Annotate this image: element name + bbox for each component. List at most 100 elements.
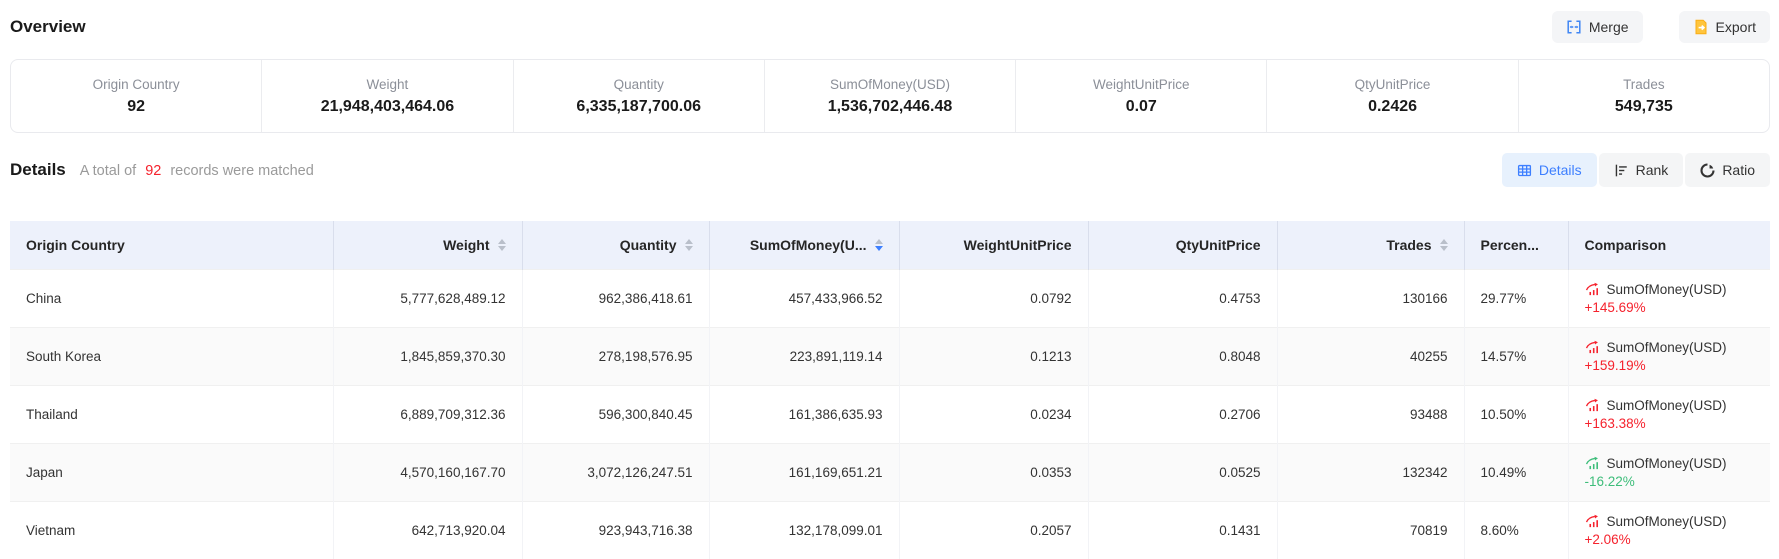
view-tab-rank[interactable]: Rank — [1599, 153, 1684, 187]
stat-value: 549,735 — [1615, 98, 1673, 116]
column-label: Quantity — [620, 237, 677, 253]
table-header: Origin Country Weight Quantity SumOfMoney(U… — [10, 221, 1770, 269]
column-header-percen-: Percen... — [1464, 221, 1568, 269]
cell-trades: 132342 — [1277, 443, 1464, 501]
view-tab-details[interactable]: Details — [1502, 153, 1597, 187]
overview-stat-weight: Weight21,948,403,464.06 — [261, 60, 512, 132]
sort-carets-icon — [685, 239, 693, 251]
cell-trades: 40255 — [1277, 327, 1464, 385]
overview-stat-trades: Trades 549,735 — [1518, 60, 1769, 132]
overview-stats-card: Origin Country92Weight21,948,403,464.06Q… — [10, 59, 1770, 133]
rank-icon — [1614, 163, 1629, 178]
comparison-change: +163.38% — [1585, 416, 1755, 431]
comparison-metric-row: SumOfMoney(USD) — [1585, 398, 1755, 413]
cell-trades: 93488 — [1277, 385, 1464, 443]
column-label: Weight — [443, 237, 489, 253]
column-label: Trades — [1386, 237, 1431, 253]
record-count: 92 — [142, 163, 164, 179]
cell-comparison: SumOfMoney(USD)+2.06% — [1568, 501, 1770, 559]
export-button-label: Export — [1716, 19, 1756, 35]
view-tab-label: Details — [1539, 162, 1582, 178]
summary-suffix: records were matched — [170, 163, 313, 179]
comparison-block: SumOfMoney(USD) +159.19% — [1585, 332, 1755, 381]
top-bar: Overview Merge — [10, 10, 1770, 44]
column-header-weightunitprice: WeightUnitPrice — [899, 221, 1088, 269]
view-tab-ratio[interactable]: Ratio — [1685, 153, 1770, 187]
topbar-actions: Merge Export — [1552, 11, 1770, 43]
merge-button-label: Merge — [1589, 19, 1629, 35]
column-header-qtyunitprice: QtyUnitPrice — [1088, 221, 1277, 269]
cell-weight-unit-price: 0.0792 — [899, 269, 1088, 327]
column-label: Origin Country — [26, 237, 125, 253]
cell-origin-country: Vietnam — [10, 501, 333, 559]
cell-weight: 4,570,160,167.70 — [333, 443, 522, 501]
comparison-block: SumOfMoney(USD)-16.22% — [1585, 448, 1755, 497]
ratio-icon — [1700, 163, 1715, 178]
column-label: Percen... — [1481, 237, 1539, 253]
stat-value: 6,335,187,700.06 — [576, 98, 701, 116]
view-tab-label: Ratio — [1722, 162, 1755, 178]
table-row: Vietnam642,713,920.04923,943,716.38132,1… — [10, 501, 1770, 559]
column-label: QtyUnitPrice — [1176, 237, 1261, 253]
column-header-comparison: Comparison — [1568, 221, 1770, 269]
cell-weight: 642,713,920.04 — [333, 501, 522, 559]
column-header-quantity[interactable]: Quantity — [522, 221, 709, 269]
comparison-change: +159.19% — [1585, 358, 1755, 373]
stat-value: 0.07 — [1126, 98, 1157, 116]
cell-qty-unit-price: 0.0525 — [1088, 443, 1277, 501]
comparison-metric: SumOfMoney(USD) — [1607, 340, 1727, 355]
comparison-block: SumOfMoney(USD)+2.06% — [1585, 506, 1755, 555]
comparison-block: SumOfMoney(USD) +163.38% — [1585, 390, 1755, 439]
export-button[interactable]: Export — [1679, 11, 1770, 43]
cell-weight: 5,777,628,489.12 — [333, 269, 522, 327]
cell-quantity: 596,300,840.45 — [522, 385, 709, 443]
comparison-metric: SumOfMoney(USD) — [1607, 282, 1727, 297]
cell-comparison: SumOfMoney(USD)-16.22% — [1568, 443, 1770, 501]
overview-stat-weightunitprice: WeightUnitPrice0.07 — [1015, 60, 1266, 132]
cell-quantity: 278,198,576.95 — [522, 327, 709, 385]
cell-comparison: SumOfMoney(USD) +145.69% — [1568, 269, 1770, 327]
sort-carets-icon — [875, 239, 883, 251]
cell-percentage: 29.77% — [1464, 269, 1568, 327]
cell-percentage: 10.49% — [1464, 443, 1568, 501]
cell-sum-of-money: 161,169,651.21 — [709, 443, 899, 501]
cell-origin-country: South Korea — [10, 327, 333, 385]
cell-qty-unit-price: 0.1431 — [1088, 501, 1277, 559]
cell-trades: 70819 — [1277, 501, 1464, 559]
overview-stat-origin-country: Origin Country92 — [11, 60, 261, 132]
comparison-metric-row: SumOfMoney(USD) — [1585, 456, 1755, 471]
details-bar: Details A total of 92 records were match… — [10, 153, 1770, 187]
cell-weight-unit-price: 0.0234 — [899, 385, 1088, 443]
cell-comparison: SumOfMoney(USD) +163.38% — [1568, 385, 1770, 443]
comparison-block: SumOfMoney(USD) +145.69% — [1585, 274, 1755, 323]
trend-up-icon — [1585, 514, 1600, 529]
cell-qty-unit-price: 0.4753 — [1088, 269, 1277, 327]
cell-sum-of-money: 457,433,966.52 — [709, 269, 899, 327]
trend-up-icon — [1585, 398, 1600, 413]
column-header-trades[interactable]: Trades — [1277, 221, 1464, 269]
comparison-metric-row: SumOfMoney(USD) — [1585, 282, 1755, 297]
cell-weight-unit-price: 0.0353 — [899, 443, 1088, 501]
column-header-weight[interactable]: Weight — [333, 221, 522, 269]
comparison-change: +145.69% — [1585, 300, 1755, 315]
overview-stat-quantity: Quantity6,335,187,700.06 — [513, 60, 764, 132]
cell-weight-unit-price: 0.1213 — [899, 327, 1088, 385]
stat-label: Weight — [367, 77, 409, 92]
comparison-metric-row: SumOfMoney(USD) — [1585, 514, 1755, 529]
stat-value: 0.2426 — [1368, 98, 1417, 116]
overview-stat-qtyunitprice: QtyUnitPrice0.2426 — [1266, 60, 1517, 132]
cell-sum-of-money: 161,386,635.93 — [709, 385, 899, 443]
cell-quantity: 923,943,716.38 — [522, 501, 709, 559]
cell-qty-unit-price: 0.2706 — [1088, 385, 1277, 443]
comparison-metric: SumOfMoney(USD) — [1607, 398, 1727, 413]
comparison-metric: SumOfMoney(USD) — [1607, 456, 1727, 471]
view-tabs: Details Rank Ratio — [1502, 153, 1770, 187]
table-icon — [1517, 163, 1532, 178]
column-label: SumOfMoney(U... — [750, 237, 867, 253]
cell-sum-of-money: 132,178,099.01 — [709, 501, 899, 559]
stat-label: Trades — [1623, 77, 1665, 92]
comparison-metric: SumOfMoney(USD) — [1607, 514, 1727, 529]
merge-button[interactable]: Merge — [1552, 11, 1643, 43]
cell-origin-country: China — [10, 269, 333, 327]
column-header-sumofmoney-u-[interactable]: SumOfMoney(U... — [709, 221, 899, 269]
